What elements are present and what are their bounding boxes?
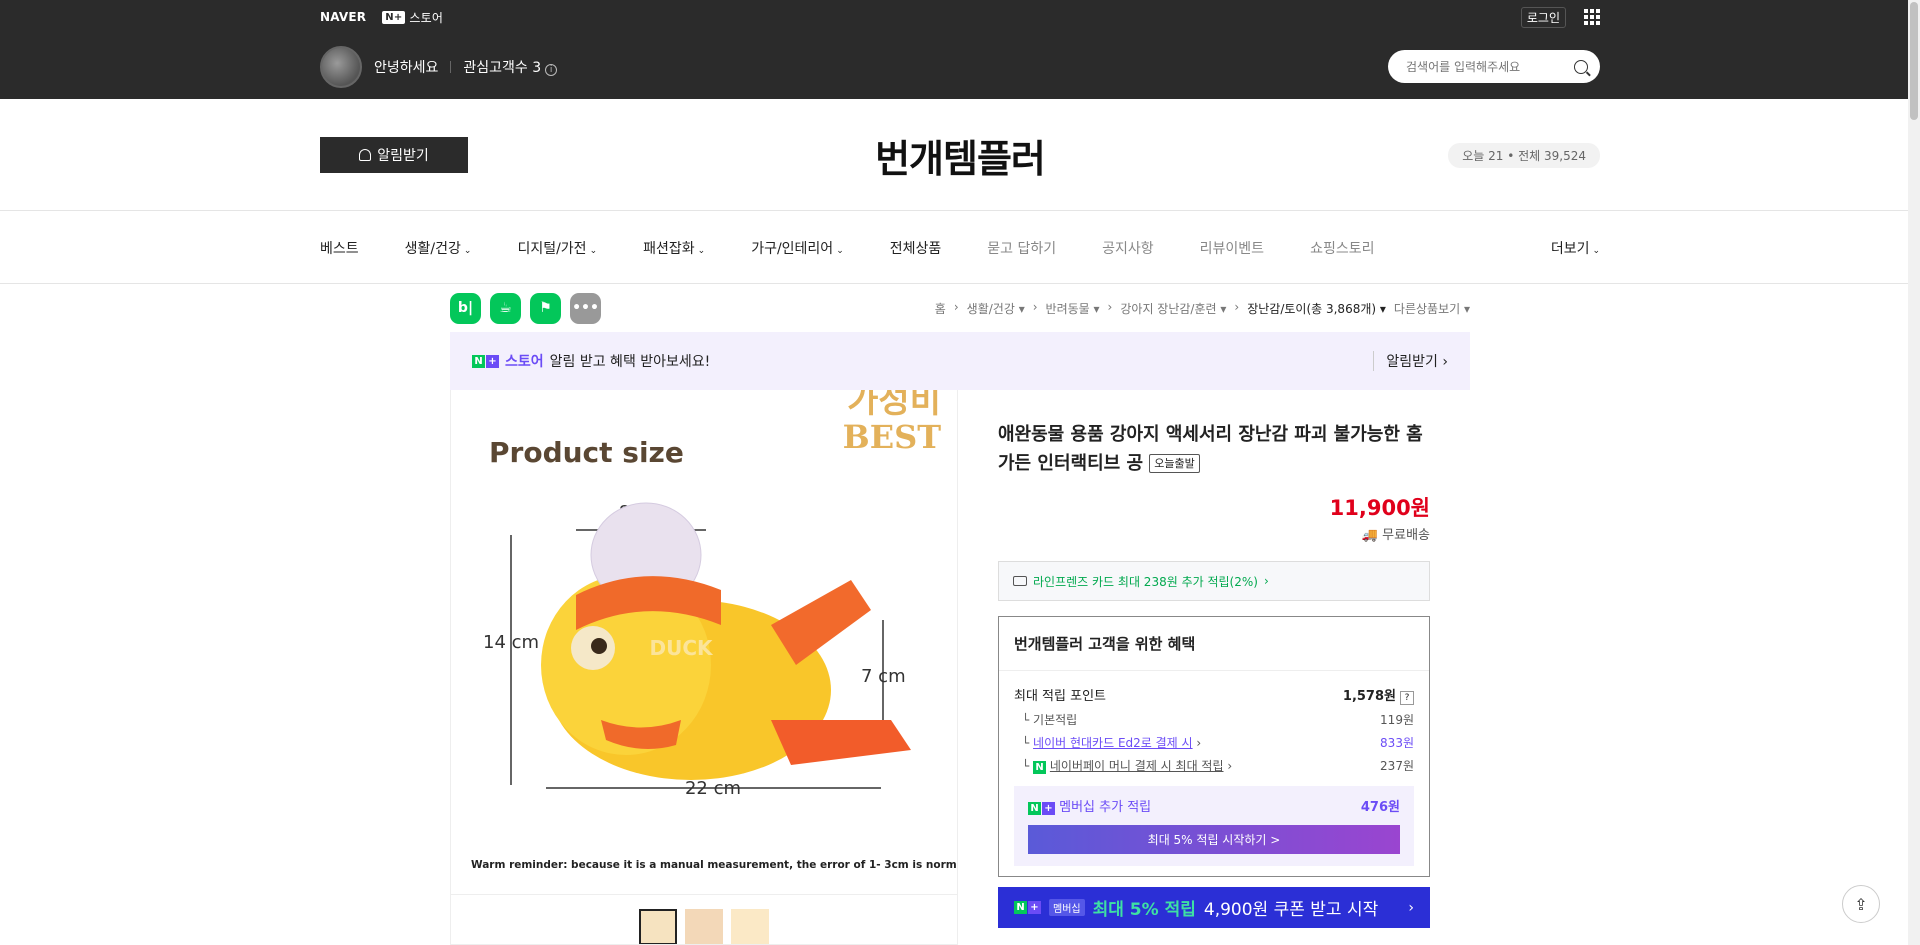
help-icon[interactable]: ? <box>1400 691 1414 705</box>
nav-item-digital[interactable]: 디지털/가전 ⌄ <box>517 238 597 258</box>
alarm-button[interactable]: 알림받기 <box>320 137 468 173</box>
thumbnail-strip <box>451 894 957 944</box>
nplus-store-logo[interactable]: N+ 스토어 <box>382 9 443 26</box>
credit-card-icon <box>1013 576 1027 586</box>
nplus-badge-icon: N + <box>472 354 499 368</box>
chevron-down-icon: ⌄ <box>697 245 706 256</box>
greeting-text: 안녕하세요 <box>374 59 439 76</box>
svg-text:22 cm: 22 cm <box>685 778 741 799</box>
share-floating-icon[interactable]: ⇪ <box>1842 885 1880 923</box>
chevron-down-icon: ⌄ <box>463 245 472 256</box>
chevron-down-icon: ⌄ <box>836 245 844 256</box>
thumbnail[interactable] <box>685 909 723 944</box>
category-nav: 베스트 생활/건강 ⌄ 디지털/가전 ⌄ 패션잡화 ⌄ 가구/인테리어 ⌄ 전체상품 묻… <box>0 211 1920 284</box>
chevron-down-icon: ⌄ <box>1592 245 1600 256</box>
image-heading: Product size <box>489 436 684 469</box>
store-header: 알림받기 번개템플러 오늘 21 • 전체 39,524 <box>0 99 1920 211</box>
brand-logos: NAVER N+ 스토어 <box>320 9 443 26</box>
nav-item-best[interactable]: 베스트 <box>320 238 359 258</box>
product-title: 애완동물 용품 강아지 액세서리 장난감 파괴 불가능한 홈 가든 인터랙티브 … <box>998 424 1423 474</box>
product-price: 11,900원 <box>1329 496 1430 520</box>
banner-alarm-button[interactable]: 알림받기 › <box>1373 351 1448 371</box>
cafe-share-icon[interactable]: ☕ <box>490 292 521 324</box>
naver-logo[interactable]: NAVER <box>320 10 366 24</box>
nav-item-review-event[interactable]: 리뷰이벤트 <box>1200 238 1264 258</box>
nav-item-all[interactable]: 전체상품 <box>890 238 942 258</box>
blog-share-icon[interactable]: b| <box>450 292 481 324</box>
search-input[interactable] <box>1406 59 1574 74</box>
benefit-title: 번개템플러 고객을 위한 혜택 <box>999 633 1429 671</box>
shipping-info: 🚚 무료배송 <box>1361 528 1430 543</box>
nav-item-notice[interactable]: 공지사항 <box>1102 238 1154 258</box>
hyundai-card-link[interactable]: 네이버 현대카드 Ed2로 결제 시 <box>1033 736 1193 750</box>
duck-toy-illustration: 가성비 BEST Product size 8 cm 14 cm 7 cm 22… <box>471 390 957 871</box>
breadcrumb-other[interactable]: 다른상품보기 ▾ <box>1394 300 1470 317</box>
breadcrumb: 홈 › 생활/건강 ▾ › 반려동물 ▾ › 강아지 장난감/훈련 ▾ › 장난감/토이… <box>934 299 1470 317</box>
breadcrumb-c2[interactable]: 반려동물 ▾ <box>1046 300 1100 317</box>
today-ship-badge: 오늘출발 <box>1149 454 1200 473</box>
nplus-badge-icon: N + <box>1028 802 1055 815</box>
npay-icon: N <box>1033 761 1047 774</box>
svg-text:DUCK: DUCK <box>649 636 714 660</box>
scrollbar[interactable] <box>1908 0 1920 945</box>
breadcrumb-c3[interactable]: 강아지 장난감/훈련 ▾ <box>1120 300 1226 317</box>
nav-more[interactable]: 더보기 ⌄ <box>1551 238 1600 258</box>
avatar[interactable] <box>320 45 362 88</box>
store-profile: 안녕하세요 관심고객수 3i <box>320 45 558 88</box>
product-info: 애완동물 용품 강아지 액세서리 장난감 파괴 불가능한 홈 가든 인터랙티브 … <box>958 390 1470 945</box>
chevron-right-icon: › <box>1408 899 1414 916</box>
card-benefit-link[interactable]: 라인프렌즈 카드 최대 238원 추가 적립(2%) › <box>998 561 1430 601</box>
global-header: NAVER N+ 스토어 로그인 안녕하세요 관심고객수 3i <box>0 0 1920 99</box>
apps-grid-icon[interactable] <box>1584 9 1600 25</box>
more-share-icon[interactable]: ••• <box>570 292 601 324</box>
image-note: Warm reminder: because it is a manual me… <box>471 859 957 871</box>
nav-item-shopping-story[interactable]: 쇼핑스토리 <box>1310 238 1374 258</box>
search-box <box>1388 50 1600 83</box>
npay-link[interactable]: 네이버페이 머니 결제 시 최대 적립 <box>1050 759 1224 773</box>
store-title[interactable]: 번개템플러 <box>875 128 1046 183</box>
thumbnail[interactable] <box>639 909 677 944</box>
nplus-badge-icon: N + <box>1014 901 1041 914</box>
svg-text:BEST: BEST <box>843 418 942 456</box>
chevron-down-icon: ⌄ <box>589 245 598 256</box>
svg-text:7 cm: 7 cm <box>861 666 906 687</box>
product-image-area: 가성비 BEST Product size 8 cm 14 cm 7 cm 22… <box>450 390 958 945</box>
visit-counter: 오늘 21 • 전체 39,524 <box>1448 142 1600 168</box>
band-share-icon[interactable]: ⚑ <box>530 292 561 324</box>
nav-item-fashion[interactable]: 패션잡화 ⌄ <box>643 238 705 258</box>
login-button[interactable]: 로그인 <box>1520 6 1566 28</box>
search-icon[interactable] <box>1574 59 1588 74</box>
nav-item-qna[interactable]: 묻고 답하기 <box>987 238 1056 258</box>
nav-item-living[interactable]: 생활/건강 ⌄ <box>405 238 472 258</box>
breadcrumb-c1[interactable]: 생활/건강 ▾ <box>967 300 1025 317</box>
thumbnail[interactable] <box>731 909 769 944</box>
nav-item-furniture[interactable]: 가구/인테리어 ⌄ <box>751 238 844 258</box>
coupon-banner[interactable]: N + 멤버십 최대 5% 적립 4,900원 쿠폰 받고 시작 › <box>998 887 1430 928</box>
membership-start-button[interactable]: 최대 5% 적립 시작하기 > <box>1028 825 1400 854</box>
info-icon[interactable]: i <box>545 63 558 76</box>
product-image[interactable]: 가성비 BEST Product size 8 cm 14 cm 7 cm 22… <box>451 390 957 895</box>
breadcrumb-home[interactable]: 홈 <box>935 300 946 317</box>
interest-count: 관심고객수 3i <box>463 57 558 77</box>
membership-box: N + 멤버십 추가 적립 476원 최대 5% 적립 시작하기 > <box>1014 786 1414 866</box>
bell-icon <box>359 149 372 161</box>
svg-text:14 cm: 14 cm <box>483 632 539 653</box>
breadcrumb-c4[interactable]: 장난감/토이(총 3,868개) ▾ <box>1247 300 1386 317</box>
svg-text:가성비: 가성비 <box>847 390 941 421</box>
benefit-box: 번개템플러 고객을 위한 혜택 최대 적립 포인트 1,578원? └ 기본적립… <box>998 616 1430 877</box>
nplus-alarm-banner: N + 스토어 알림 받고 혜택 받아보세요! 알림받기 › <box>450 332 1470 390</box>
